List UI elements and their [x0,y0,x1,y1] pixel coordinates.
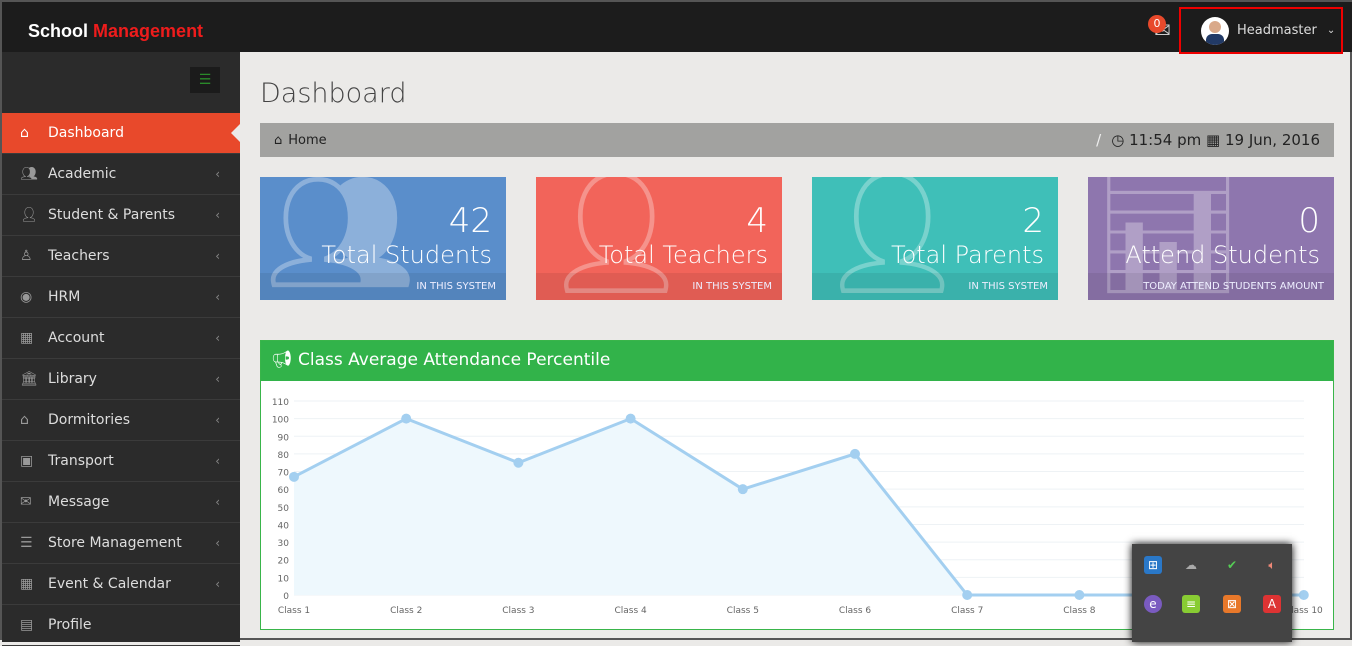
y-tick-label: 10 [278,574,290,584]
torrent-icon[interactable]: e [1144,595,1162,613]
data-point [289,471,299,482]
y-tick-label: 50 [278,504,290,514]
x-tick-label: Class 2 [390,606,422,616]
system-tray-popup: ⊞ ☁ ✔ 🔈︎ e ≡ ⊠ A [1132,544,1292,642]
data-point [850,448,860,459]
cloud-icon[interactable]: ☁ [1182,556,1200,574]
y-tick-label: 100 [272,416,289,426]
xampp-icon[interactable]: ⊠ [1223,595,1241,613]
data-point [401,413,412,424]
data-point [1298,590,1309,600]
data-point [962,590,973,600]
x-tick-label: Class 4 [614,606,647,616]
y-tick-label: 80 [278,451,290,461]
y-tick-label: 70 [278,469,290,479]
data-point [513,457,524,468]
app-a-icon[interactable]: A [1263,595,1281,613]
x-tick-label: Class 1 [278,606,310,616]
x-tick-label: Class 8 [1063,606,1096,616]
data-point [737,484,748,495]
y-tick-label: 110 [272,398,289,408]
speaker-icon[interactable]: 🔈︎ [1263,556,1281,574]
y-tick-label: 30 [278,539,290,549]
bluestacks-icon[interactable]: ≡ [1182,595,1200,613]
printer-check-icon[interactable]: ✔ [1223,556,1241,574]
y-tick-label: 20 [278,557,290,567]
data-point [625,413,636,424]
y-tick-label: 90 [278,433,290,443]
y-tick-label: 0 [283,592,289,602]
x-tick-label: Class 5 [727,606,759,616]
x-tick-label: Class 3 [502,606,534,616]
x-tick-label: Class 6 [839,606,872,616]
data-point [1074,590,1085,600]
y-tick-label: 60 [278,486,290,496]
network-icon[interactable]: ⊞ [1144,556,1162,574]
x-tick-label: Class 7 [951,606,983,616]
y-tick-label: 40 [278,521,290,531]
